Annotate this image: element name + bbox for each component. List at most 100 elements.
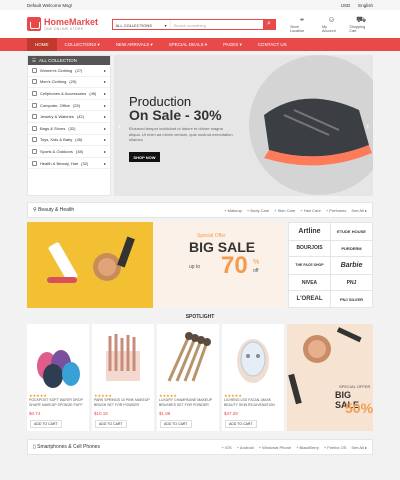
- hero-sale: On Sale - 30%: [129, 107, 222, 123]
- product-card[interactable]: ★★★★★ LICHENG LED FACIAL MASK BEAUTY SKI…: [222, 324, 284, 431]
- tag-link[interactable]: + Hair Care: [300, 208, 321, 213]
- category-header[interactable]: ☰ ALL COLLECTION: [28, 56, 110, 65]
- brand-logo[interactable]: NIVEA: [289, 274, 330, 291]
- brand-logo[interactable]: L'OREAL: [289, 291, 330, 307]
- product-image: [94, 326, 152, 391]
- search-icon: ⌕: [266, 20, 271, 27]
- next-arrow-icon[interactable]: ›: [366, 121, 369, 131]
- shop-now-button[interactable]: SHOP NOW: [129, 152, 160, 162]
- search-category-select[interactable]: ALL COLLECTIONS ▾: [113, 19, 171, 29]
- nav-pages[interactable]: PAGES ▾: [215, 38, 250, 51]
- brand-logo[interactable]: PNJ SILVER: [331, 291, 372, 307]
- big-sale-banner[interactable]: Special Offer BIG SALE up to 70 % off: [27, 222, 285, 308]
- logo[interactable]: HomeMarket ONE ONLINE STORE: [27, 17, 112, 31]
- search-input[interactable]: Search something: [171, 20, 263, 29]
- store-location-link[interactable]: ⌖ Store Location: [290, 14, 314, 33]
- see-all-link[interactable]: See All ▸: [351, 208, 367, 213]
- category-item[interactable]: Jewelry & Watches (42) ▸: [28, 111, 110, 123]
- product-image: [159, 326, 217, 391]
- add-to-cart-button[interactable]: ADD TO CART: [30, 420, 62, 428]
- side-sale-banner[interactable]: SPECIAL OFFER BIG SALE 50%: [287, 324, 373, 431]
- brand-logo[interactable]: THE FACE SHOP: [289, 257, 330, 274]
- nav-home[interactable]: HOME: [27, 38, 57, 51]
- tag-link[interactable]: + Firefox OS: [324, 445, 347, 450]
- spotlight-title: SPOTLIGHT: [185, 314, 215, 320]
- brand-logo[interactable]: Artline: [289, 223, 330, 240]
- product-price: $10.18: [94, 411, 108, 416]
- tag-link[interactable]: + Makeup: [224, 208, 242, 213]
- location-icon: ⌖: [299, 14, 305, 24]
- main-nav: HOME COLLECTIONS ▾ NEW ARRIVALS ▾ SPECIA…: [0, 38, 400, 51]
- nav-contact[interactable]: CONTACT US: [250, 38, 295, 51]
- product-card[interactable]: ★★★★★ POCKPOST SOFT WATER DROP SHAPE MAK…: [27, 324, 89, 431]
- category-item[interactable]: Women's Clothing (27) ▸: [28, 65, 110, 77]
- tag-link[interactable]: + Skin Care: [274, 208, 295, 213]
- my-account-link[interactable]: ☺ My Account: [322, 14, 341, 33]
- category-item[interactable]: Cellphones & Accessories (45) ▸: [28, 88, 110, 100]
- product-name[interactable]: LICHENG LED FACIAL MASK BEAUTY SKIN REJU…: [222, 398, 284, 409]
- banner-percent: 70: [221, 252, 248, 279]
- welcome-text: Default Welcome Msg!: [27, 2, 73, 8]
- add-to-cart-button[interactable]: ADD TO CART: [160, 420, 192, 428]
- category-item[interactable]: Bags & Shoes (32) ▸: [28, 123, 110, 135]
- product-price: $47.29: [224, 411, 238, 416]
- top-bar: Default Welcome Msg! USD English: [0, 0, 400, 10]
- cart-icon: ⛟: [356, 14, 367, 24]
- product-name[interactable]: PARK SPRINGS 10 PINK MAKEUP BRUSH SET FO…: [92, 398, 154, 409]
- header: HomeMarket ONE ONLINE STORE ALL COLLECTI…: [0, 10, 400, 38]
- brand-logo[interactable]: BOURJOIS: [289, 240, 330, 257]
- logo-tagline: ONE ONLINE STORE: [44, 26, 84, 31]
- brand-logo[interactable]: PURDERM: [331, 240, 372, 257]
- prev-arrow-icon[interactable]: ‹: [118, 121, 121, 131]
- category-item[interactable]: Sports & Outdoors (38) ▸: [28, 146, 110, 158]
- shopping-cart-link[interactable]: ⛟ Shopping Cart: [349, 14, 373, 33]
- phones-section-header: ▯ Smartphones & Cell Phones + iOS + Andr…: [27, 439, 373, 455]
- category-item[interactable]: Computer, Office (25) ▸: [28, 100, 110, 112]
- tag-link[interactable]: + Windows Phone: [259, 445, 291, 450]
- brand-grid: Artline ETUDE HOUSE BOURJOIS PURDERM THE…: [288, 222, 373, 308]
- currency-select[interactable]: USD: [341, 3, 351, 8]
- category-item[interactable]: Toys, Kids & Baby (45) ▸: [28, 135, 110, 147]
- tag-link[interactable]: + Body Care: [247, 208, 269, 213]
- category-item[interactable]: Health & Beauty, Hair (32) ▸: [28, 158, 110, 170]
- product-price: $1.98: [159, 411, 171, 416]
- beauty-section-header: ⚲ Beauty & Health + Makeup + Body Care +…: [27, 202, 373, 218]
- add-to-cart-button[interactable]: ADD TO CART: [95, 420, 127, 428]
- category-icon: [32, 67, 37, 73]
- product-image: [224, 326, 282, 391]
- section-title-beauty: ⚲ Beauty & Health: [33, 207, 75, 213]
- product-card[interactable]: ★★★★★ LUXURY CHAMPAGNE MAKEUP BRUSHES SE…: [157, 324, 219, 431]
- product-image: [29, 326, 87, 391]
- category-icon: [32, 148, 37, 154]
- tag-link[interactable]: + BlackBerry: [296, 445, 319, 450]
- category-icon: [32, 137, 37, 143]
- product-name[interactable]: LUXURY CHAMPAGNE MAKEUP BRUSHES SET FOR …: [157, 398, 219, 409]
- brand-logo[interactable]: ETUDE HOUSE: [331, 223, 372, 240]
- category-icon: [32, 90, 37, 96]
- nav-collections[interactable]: COLLECTIONS ▾: [57, 38, 108, 51]
- tag-link[interactable]: + Perfumes: [326, 208, 347, 213]
- category-icon: [32, 102, 37, 108]
- tag-link[interactable]: + iOS: [222, 445, 232, 450]
- see-all-link[interactable]: See All ▸: [351, 445, 367, 450]
- category-icon: [32, 125, 37, 131]
- category-sidebar: ☰ ALL COLLECTION Women's Clothing (27) ▸ Me…: [27, 55, 111, 196]
- search-button[interactable]: ⌕: [262, 19, 275, 29]
- banner-off: off: [253, 268, 259, 274]
- brand-logo[interactable]: PNJ: [331, 274, 372, 291]
- side-banner-special: SPECIAL OFFER: [339, 384, 371, 389]
- hero-slider[interactable]: Production On Sale - 30% Eiusmod tempor …: [114, 55, 373, 196]
- banner-percent-sign: %: [253, 259, 260, 266]
- add-to-cart-button[interactable]: ADD TO CART: [225, 420, 257, 428]
- language-select[interactable]: English: [358, 3, 373, 8]
- product-name[interactable]: POCKPOST SOFT WATER DROP SHAPE MAKEUP SP…: [27, 398, 89, 409]
- search-bar: ALL COLLECTIONS ▾ Search something ⌕: [111, 18, 276, 30]
- tag-link[interactable]: + Android: [237, 445, 254, 450]
- side-banner-percent: 50%: [345, 400, 373, 416]
- product-card[interactable]: ★★★★★ PARK SPRINGS 10 PINK MAKEUP BRUSH …: [92, 324, 154, 431]
- nav-new-arrivals[interactable]: NEW ARRIVALS ▾: [108, 38, 161, 51]
- nav-special-deals[interactable]: SPECIAL DEALS ▾: [161, 38, 215, 51]
- brand-logo[interactable]: Barbie: [331, 257, 372, 274]
- user-icon: ☺: [327, 14, 336, 24]
- category-item[interactable]: Men's Clothing (29) ▸: [28, 77, 110, 89]
